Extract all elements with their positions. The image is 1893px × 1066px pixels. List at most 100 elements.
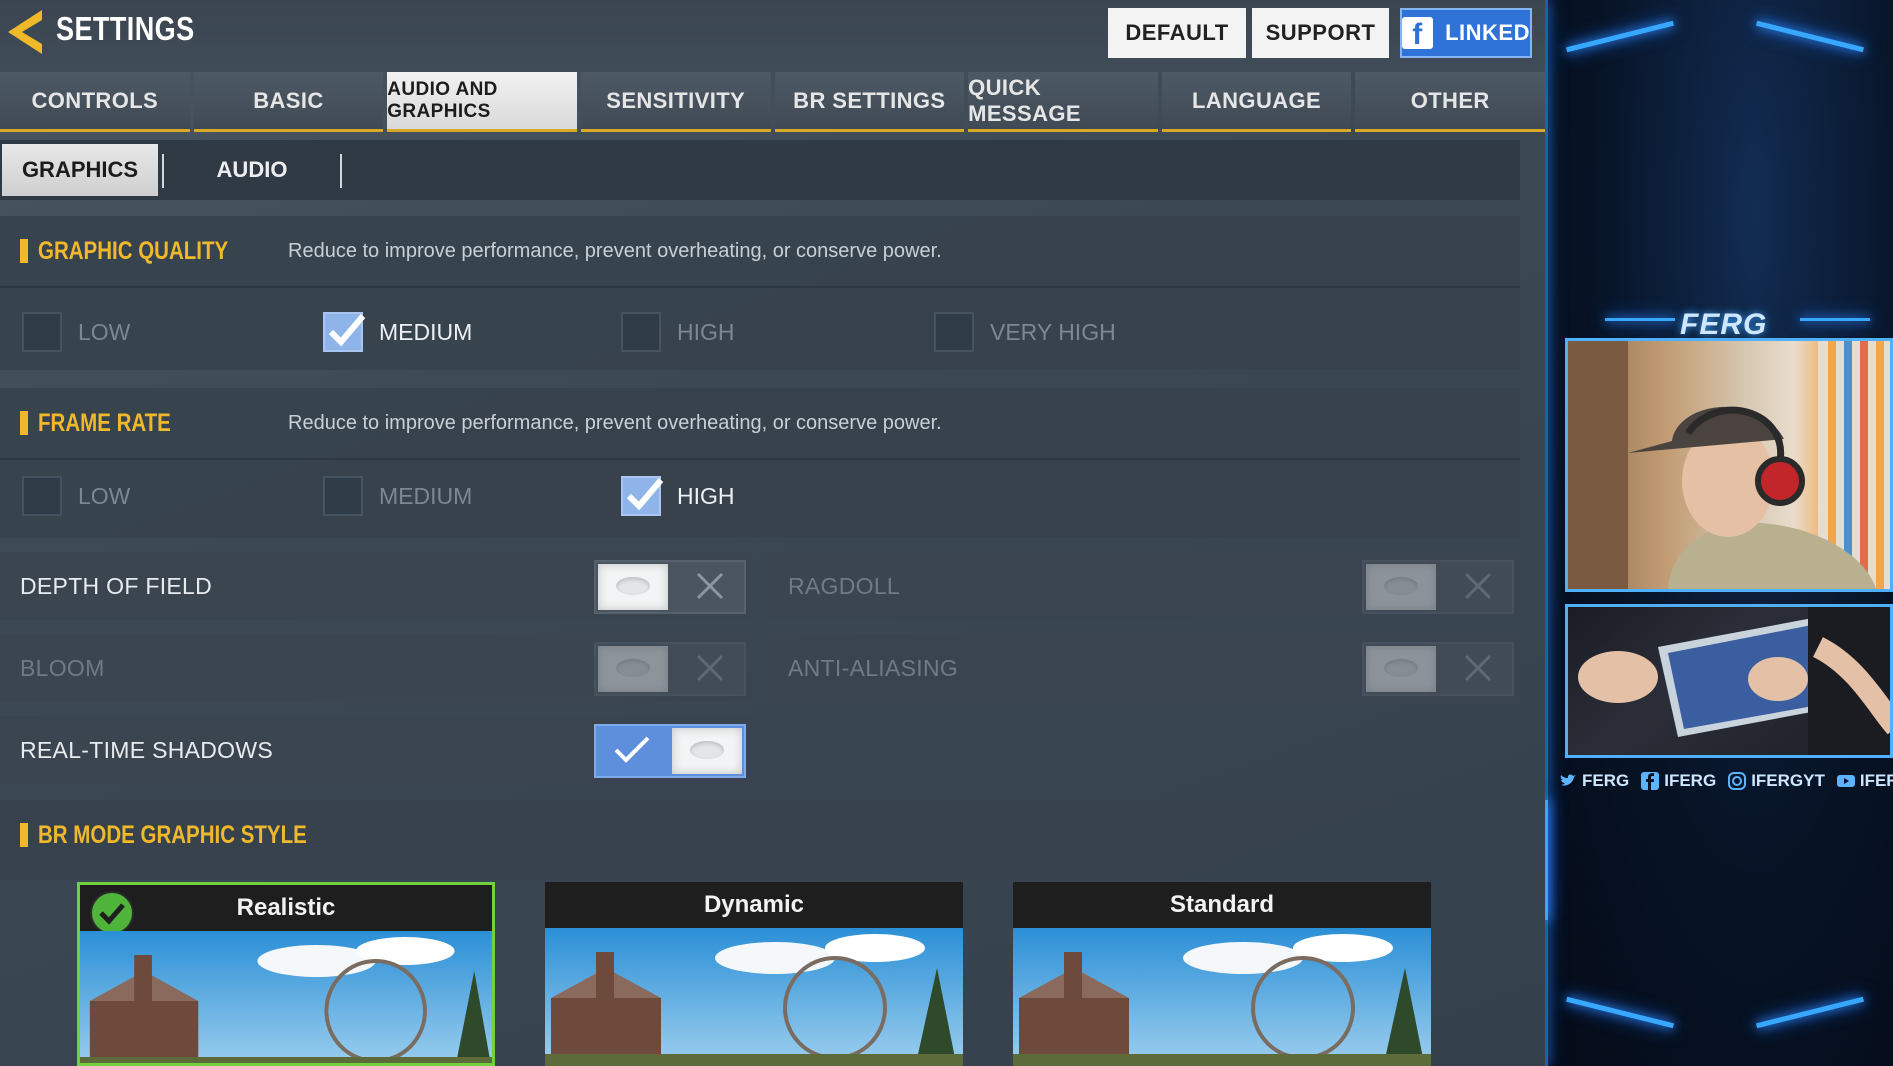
overlay-accent bbox=[1756, 996, 1864, 1029]
overlay-accent bbox=[1566, 996, 1674, 1029]
checkbox[interactable] bbox=[22, 476, 62, 516]
stream-overlay: FERG FERG IFERG IFERGYT IFER bbox=[1545, 0, 1893, 1066]
checkmark-icon bbox=[328, 314, 366, 347]
tab-audio-and-graphics[interactable]: AUDIO AND GRAPHICS bbox=[387, 72, 577, 132]
checkmark-icon bbox=[626, 478, 664, 511]
tab-basic[interactable]: BASIC bbox=[193, 72, 384, 132]
landscape-preview-image bbox=[545, 928, 963, 1066]
overlay-accent bbox=[1800, 318, 1870, 321]
x-icon bbox=[1464, 654, 1492, 682]
social-twitter: FERG bbox=[1559, 771, 1629, 791]
streamer-name-tag: FERG bbox=[1680, 308, 1768, 341]
back-arrow-icon bbox=[8, 10, 42, 54]
tab-controls[interactable]: CONTROLS bbox=[0, 72, 190, 132]
sub-tab-bar: GRAPHICS AUDIO bbox=[0, 140, 1520, 200]
depth-of-field-row: DEPTH OF FIELD bbox=[0, 552, 752, 620]
handcam-image bbox=[1578, 607, 1890, 755]
overlay-accent bbox=[1756, 20, 1864, 53]
tab-sensitivity[interactable]: SENSITIVITY bbox=[580, 72, 771, 132]
overlay-accent bbox=[1605, 318, 1675, 321]
main-tab-bar: CONTROLS BASIC AUDIO AND GRAPHICS SENSIT… bbox=[0, 72, 1545, 134]
graphic-quality-section: GRAPHIC QUALITY Reduce to improve perfor… bbox=[0, 216, 1520, 370]
top-bar: SETTINGS DEFAULT SUPPORT f LINKED bbox=[0, 0, 1545, 72]
toggle-label: REAL-TIME SHADOWS bbox=[20, 736, 274, 763]
facebook-icon bbox=[1641, 772, 1660, 790]
frame-rate-medium[interactable]: MEDIUM bbox=[323, 476, 472, 516]
tab-other[interactable]: OTHER bbox=[1355, 72, 1545, 132]
tab-br-settings[interactable]: BR SETTINGS bbox=[774, 72, 965, 132]
overlay-accent bbox=[1566, 20, 1674, 53]
x-icon bbox=[1464, 572, 1492, 600]
tab-graphics[interactable]: GRAPHICS bbox=[2, 144, 158, 196]
frame-rate-high[interactable]: HIGH bbox=[621, 476, 735, 516]
tab-language[interactable]: LANGUAGE bbox=[1161, 72, 1352, 132]
selected-check-icon bbox=[90, 891, 134, 935]
section-title: GRAPHIC QUALITY bbox=[38, 236, 229, 265]
social-instagram: IFERGYT bbox=[1728, 771, 1825, 791]
landscape-preview-image bbox=[80, 931, 492, 1063]
bloom-row: BLOOM bbox=[0, 634, 752, 702]
instagram-icon bbox=[1728, 772, 1747, 790]
section-description: Reduce to improve performance, prevent o… bbox=[288, 411, 942, 434]
social-links: FERG IFERG IFERGYT IFERG bbox=[1559, 766, 1893, 796]
anti-aliasing-toggle[interactable] bbox=[1362, 642, 1514, 696]
frame-rate-section: FRAME RATE Reduce to improve performance… bbox=[0, 388, 1520, 538]
graphic-quality-low[interactable]: LOW bbox=[22, 312, 130, 352]
frame-rate-low[interactable]: LOW bbox=[22, 476, 130, 516]
bloom-toggle[interactable] bbox=[594, 642, 746, 696]
toggle-label: DEPTH OF FIELD bbox=[20, 572, 213, 599]
card-title: Dynamic bbox=[545, 882, 963, 928]
x-icon bbox=[696, 572, 724, 600]
facebook-linked-button[interactable]: f LINKED bbox=[1400, 8, 1532, 58]
x-icon bbox=[696, 654, 724, 682]
default-button[interactable]: DEFAULT bbox=[1108, 8, 1246, 58]
graphic-style-card-standard[interactable]: Standard bbox=[1013, 882, 1431, 1066]
section-marker bbox=[20, 411, 28, 435]
graphic-quality-medium[interactable]: MEDIUM bbox=[323, 312, 472, 352]
real-time-shadows-toggle[interactable] bbox=[594, 724, 746, 778]
tab-divider bbox=[340, 154, 342, 188]
tab-quick-message[interactable]: QUICK MESSAGE bbox=[968, 72, 1158, 132]
graphic-quality-high[interactable]: HIGH bbox=[621, 312, 735, 352]
br-mode-graphic-style-section: BR MODE GRAPHIC STYLE bbox=[0, 800, 1520, 880]
webcam-feed bbox=[1565, 338, 1893, 592]
depth-of-field-toggle[interactable] bbox=[594, 560, 746, 614]
checkmark-icon bbox=[614, 736, 650, 763]
section-description: Reduce to improve performance, prevent o… bbox=[288, 239, 942, 262]
graphic-quality-very-high[interactable]: VERY HIGH bbox=[934, 312, 1116, 352]
toggle-label: RAGDOLL bbox=[788, 572, 901, 599]
back-button[interactable] bbox=[2, 6, 50, 58]
overlay-accent bbox=[1545, 800, 1548, 920]
landscape-preview-image bbox=[1013, 928, 1431, 1066]
section-title: BR MODE GRAPHIC STYLE bbox=[38, 820, 307, 849]
game-settings-panel: SETTINGS DEFAULT SUPPORT f LINKED CONTRO… bbox=[0, 0, 1545, 1066]
checkbox[interactable] bbox=[323, 476, 363, 516]
checkbox-checked[interactable] bbox=[323, 312, 366, 352]
checkbox[interactable] bbox=[22, 312, 62, 352]
streamer-webcam-image bbox=[1568, 341, 1890, 589]
checkbox[interactable] bbox=[934, 312, 974, 352]
ragdoll-toggle[interactable] bbox=[1362, 560, 1514, 614]
section-title: FRAME RATE bbox=[38, 408, 171, 437]
support-button[interactable]: SUPPORT bbox=[1252, 8, 1389, 58]
tab-audio[interactable]: AUDIO bbox=[170, 144, 334, 196]
toggle-label: ANTI-ALIASING bbox=[788, 654, 959, 681]
facebook-icon: f bbox=[1402, 17, 1434, 51]
graphic-style-card-dynamic[interactable]: Dynamic bbox=[545, 882, 963, 1066]
tab-divider bbox=[162, 154, 164, 188]
real-time-shadows-row: REAL-TIME SHADOWS bbox=[0, 716, 752, 784]
handcam-feed bbox=[1565, 604, 1893, 758]
social-youtube: IFERG bbox=[1836, 771, 1893, 791]
social-facebook: IFERG bbox=[1641, 771, 1716, 791]
checkbox-checked[interactable] bbox=[621, 476, 664, 516]
twitter-icon bbox=[1560, 774, 1576, 786]
checkbox[interactable] bbox=[621, 312, 661, 352]
graphic-style-card-realistic[interactable]: Realistic bbox=[77, 882, 495, 1066]
anti-aliasing-row: ANTI-ALIASING bbox=[768, 634, 1520, 702]
youtube-icon bbox=[1836, 775, 1855, 787]
ragdoll-row: RAGDOLL bbox=[768, 552, 1520, 620]
card-title: Standard bbox=[1013, 882, 1431, 928]
section-marker bbox=[20, 823, 28, 847]
toggle-label: BLOOM bbox=[20, 654, 105, 681]
section-marker bbox=[20, 239, 28, 263]
